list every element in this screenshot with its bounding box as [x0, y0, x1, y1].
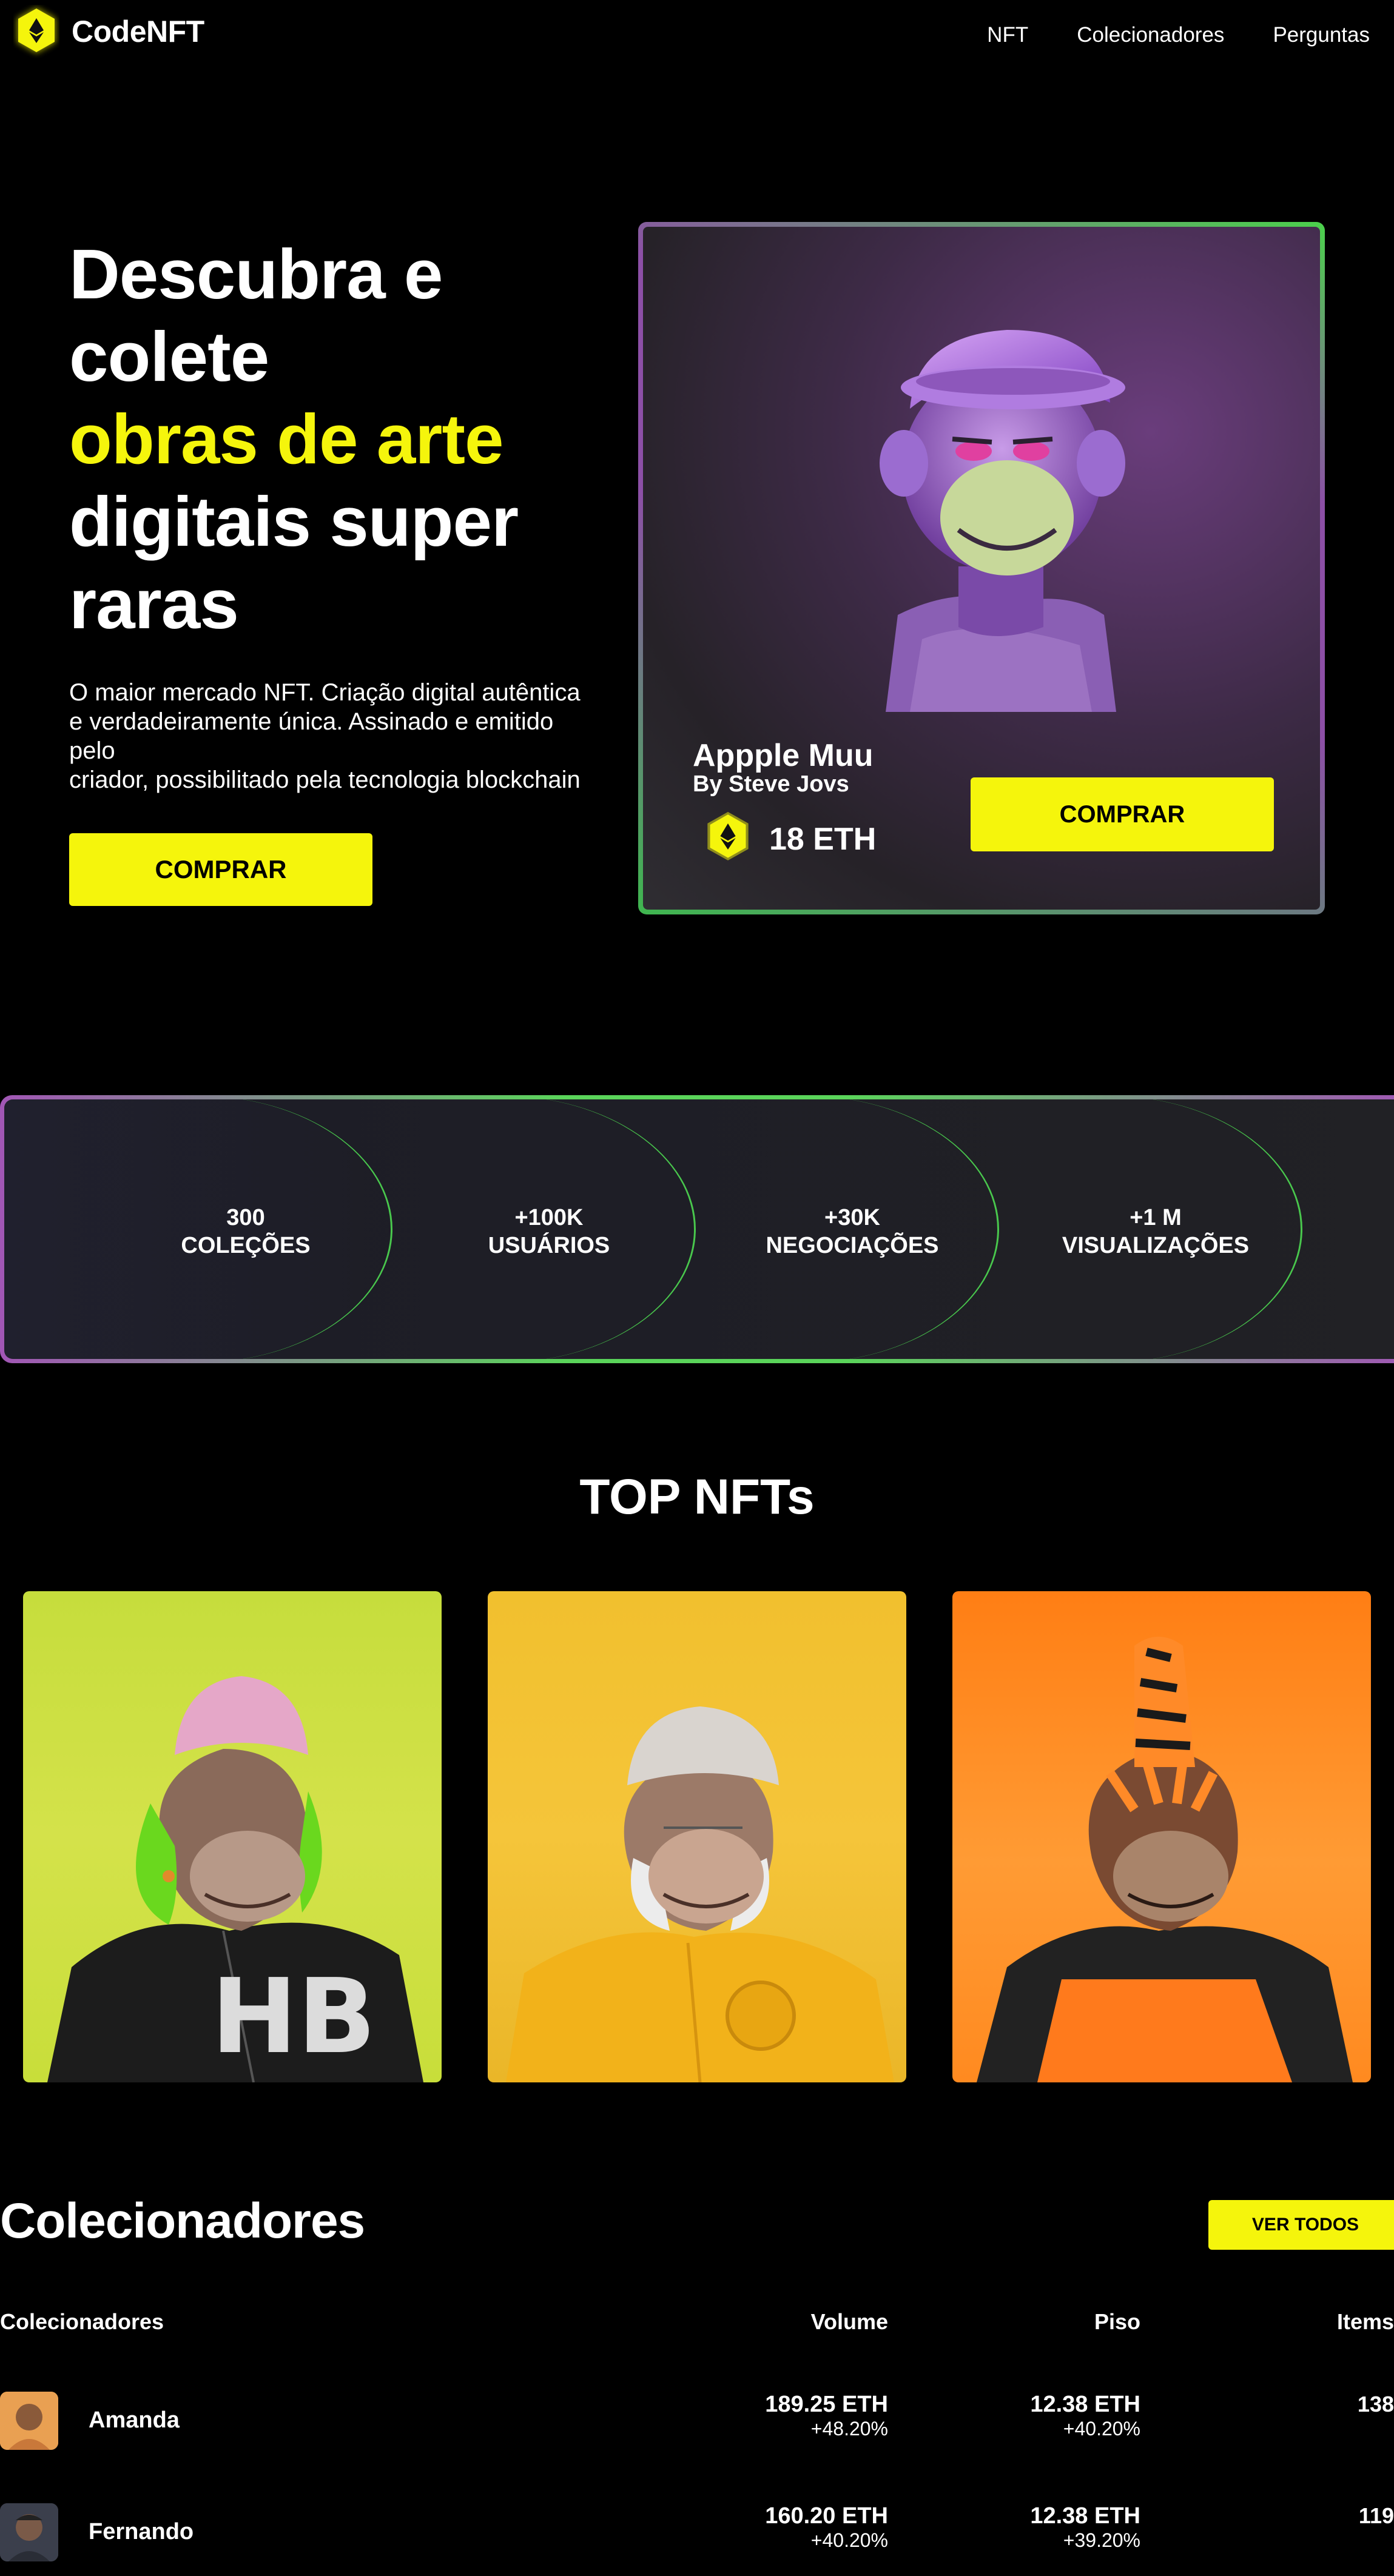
- stat-label: COLEÇÕES: [181, 1233, 311, 1258]
- view-all-button[interactable]: VER TODOS: [1208, 2200, 1394, 2250]
- hero-buy-button[interactable]: COMPRAR: [69, 833, 372, 906]
- stat-value: +30K: [824, 1205, 880, 1230]
- nft-card[interactable]: HB: [23, 1591, 442, 2082]
- volume-change: +48.20%: [810, 2418, 888, 2440]
- stat-value: +1 M: [1130, 1205, 1182, 1230]
- volume-value: 160.20 ETH: [765, 2503, 888, 2529]
- nft-image: [506, 1706, 894, 2082]
- collector-items: 138: [1357, 2392, 1394, 2417]
- brand-name: CodeNFT: [72, 15, 204, 49]
- table-header-items: Items: [1336, 2309, 1394, 2334]
- top-nfts-title: TOP NFTs: [579, 1469, 815, 1524]
- hero-title-line-4: digitais super: [69, 482, 519, 561]
- featured-nft-card-body: Appple Muu By Steve Jovs 18 ETH COMPRAR: [643, 227, 1320, 910]
- stat-value: 300: [226, 1205, 265, 1230]
- stat-collections: 300 COLEÇÕES: [118, 1204, 373, 1259]
- volume-change: +40.20%: [810, 2529, 888, 2551]
- stat-label: NEGOCIAÇÕES: [766, 1233, 939, 1258]
- volume-value: 189.25 ETH: [765, 2392, 888, 2417]
- collectors-title: Colecionadores: [0, 2193, 365, 2249]
- featured-nft-image: [880, 330, 1125, 712]
- floor-value: 12.38 ETH: [1030, 2392, 1140, 2417]
- collector-floor: 12.38 ETH +39.20%: [1030, 2503, 1140, 2552]
- hero-title-line-2: colete: [69, 317, 269, 396]
- collector-volume: 189.25 ETH +48.20%: [765, 2392, 888, 2440]
- stat-value: +100K: [514, 1205, 584, 1230]
- nft-card[interactable]: [488, 1591, 906, 2082]
- featured-nft-price-value: 18 ETH: [769, 821, 877, 857]
- collector-items: 119: [1358, 2503, 1394, 2528]
- table-header-floor: Piso: [1094, 2309, 1140, 2334]
- stat-users: +100K USUÁRIOS: [422, 1204, 676, 1259]
- featured-buy-button[interactable]: COMPRAR: [971, 777, 1274, 851]
- hero-subtitle-line: O maior mercado NFT. Criação digital aut…: [69, 679, 581, 706]
- hero-title-line-1: Descubra e: [69, 235, 443, 314]
- collector-name: Fernando: [89, 2519, 194, 2544]
- featured-nft-price: 18 ETH: [704, 809, 876, 869]
- table-header-collectors: Colecionadores: [0, 2309, 164, 2334]
- top-navbar: CodeNFT NFT Colecionadores Perguntas: [0, 0, 1394, 79]
- nft-image: [977, 1637, 1353, 2082]
- hero-subtitle-line: pelo: [69, 737, 115, 764]
- nav-link-colecionadores[interactable]: Colecionadores: [1077, 23, 1224, 47]
- hero-title-highlight: obras de arte: [69, 400, 504, 478]
- hero-title: Descubra e colete obras de arte digitais…: [69, 233, 652, 645]
- avatar: [0, 2503, 58, 2561]
- table-row[interactable]: Amanda 189.25 ETH +48.20% 12.38 ETH +40.…: [0, 2392, 1394, 2452]
- ethereum-hex-icon: [704, 809, 752, 869]
- table-header-volume: Volume: [810, 2309, 888, 2334]
- nft-image: HB: [47, 1676, 423, 2082]
- brand-logo[interactable]: CodeNFT: [13, 5, 204, 58]
- hero-title-line-5: raras: [69, 565, 239, 643]
- avatar: [0, 2392, 58, 2450]
- collector-floor: 12.38 ETH +40.20%: [1030, 2392, 1140, 2440]
- collector-volume: 160.20 ETH +40.20%: [765, 2503, 888, 2552]
- nft-card[interactable]: [952, 1591, 1371, 2082]
- stat-trades: +30K NEGOCIAÇÕES: [725, 1204, 980, 1259]
- hero-subtitle: O maior mercado NFT. Criação digital aut…: [69, 678, 639, 794]
- stat-views: +1 M VISUALIZAÇÕES: [1028, 1204, 1283, 1259]
- stats-banner-body: 300 COLEÇÕES +100K USUÁRIOS +30K NEGOCIA…: [4, 1099, 1394, 1359]
- floor-change: +39.20%: [1063, 2529, 1140, 2551]
- featured-nft-card[interactable]: Appple Muu By Steve Jovs 18 ETH COMPRAR: [638, 222, 1325, 914]
- svg-text:HB: HB: [211, 1957, 376, 2077]
- floor-value: 12.38 ETH: [1030, 2503, 1140, 2529]
- nav-link-nft[interactable]: NFT: [987, 23, 1028, 47]
- nav-link-perguntas[interactable]: Perguntas: [1273, 23, 1370, 47]
- stats-banner: 300 COLEÇÕES +100K USUÁRIOS +30K NEGOCIA…: [0, 1095, 1394, 1363]
- floor-change: +40.20%: [1063, 2418, 1140, 2440]
- featured-nft-name: Appple Muu: [693, 738, 874, 773]
- collector-name: Amanda: [89, 2407, 180, 2433]
- hero-subtitle-line: criador, possibilitado pela tecnologia b…: [69, 766, 581, 793]
- ethereum-hex-icon: [13, 5, 59, 58]
- stat-label: VISUALIZAÇÕES: [1062, 1233, 1250, 1258]
- table-row[interactable]: Fernando 160.20 ETH +40.20% 12.38 ETH +3…: [0, 2503, 1394, 2564]
- nav-links: NFT Colecionadores Perguntas: [987, 23, 1370, 47]
- stat-label: USUÁRIOS: [488, 1233, 610, 1258]
- hero-subtitle-line: e verdadeiramente única. Assinado e emit…: [69, 708, 554, 735]
- featured-nft-author: By Steve Jovs: [693, 771, 849, 797]
